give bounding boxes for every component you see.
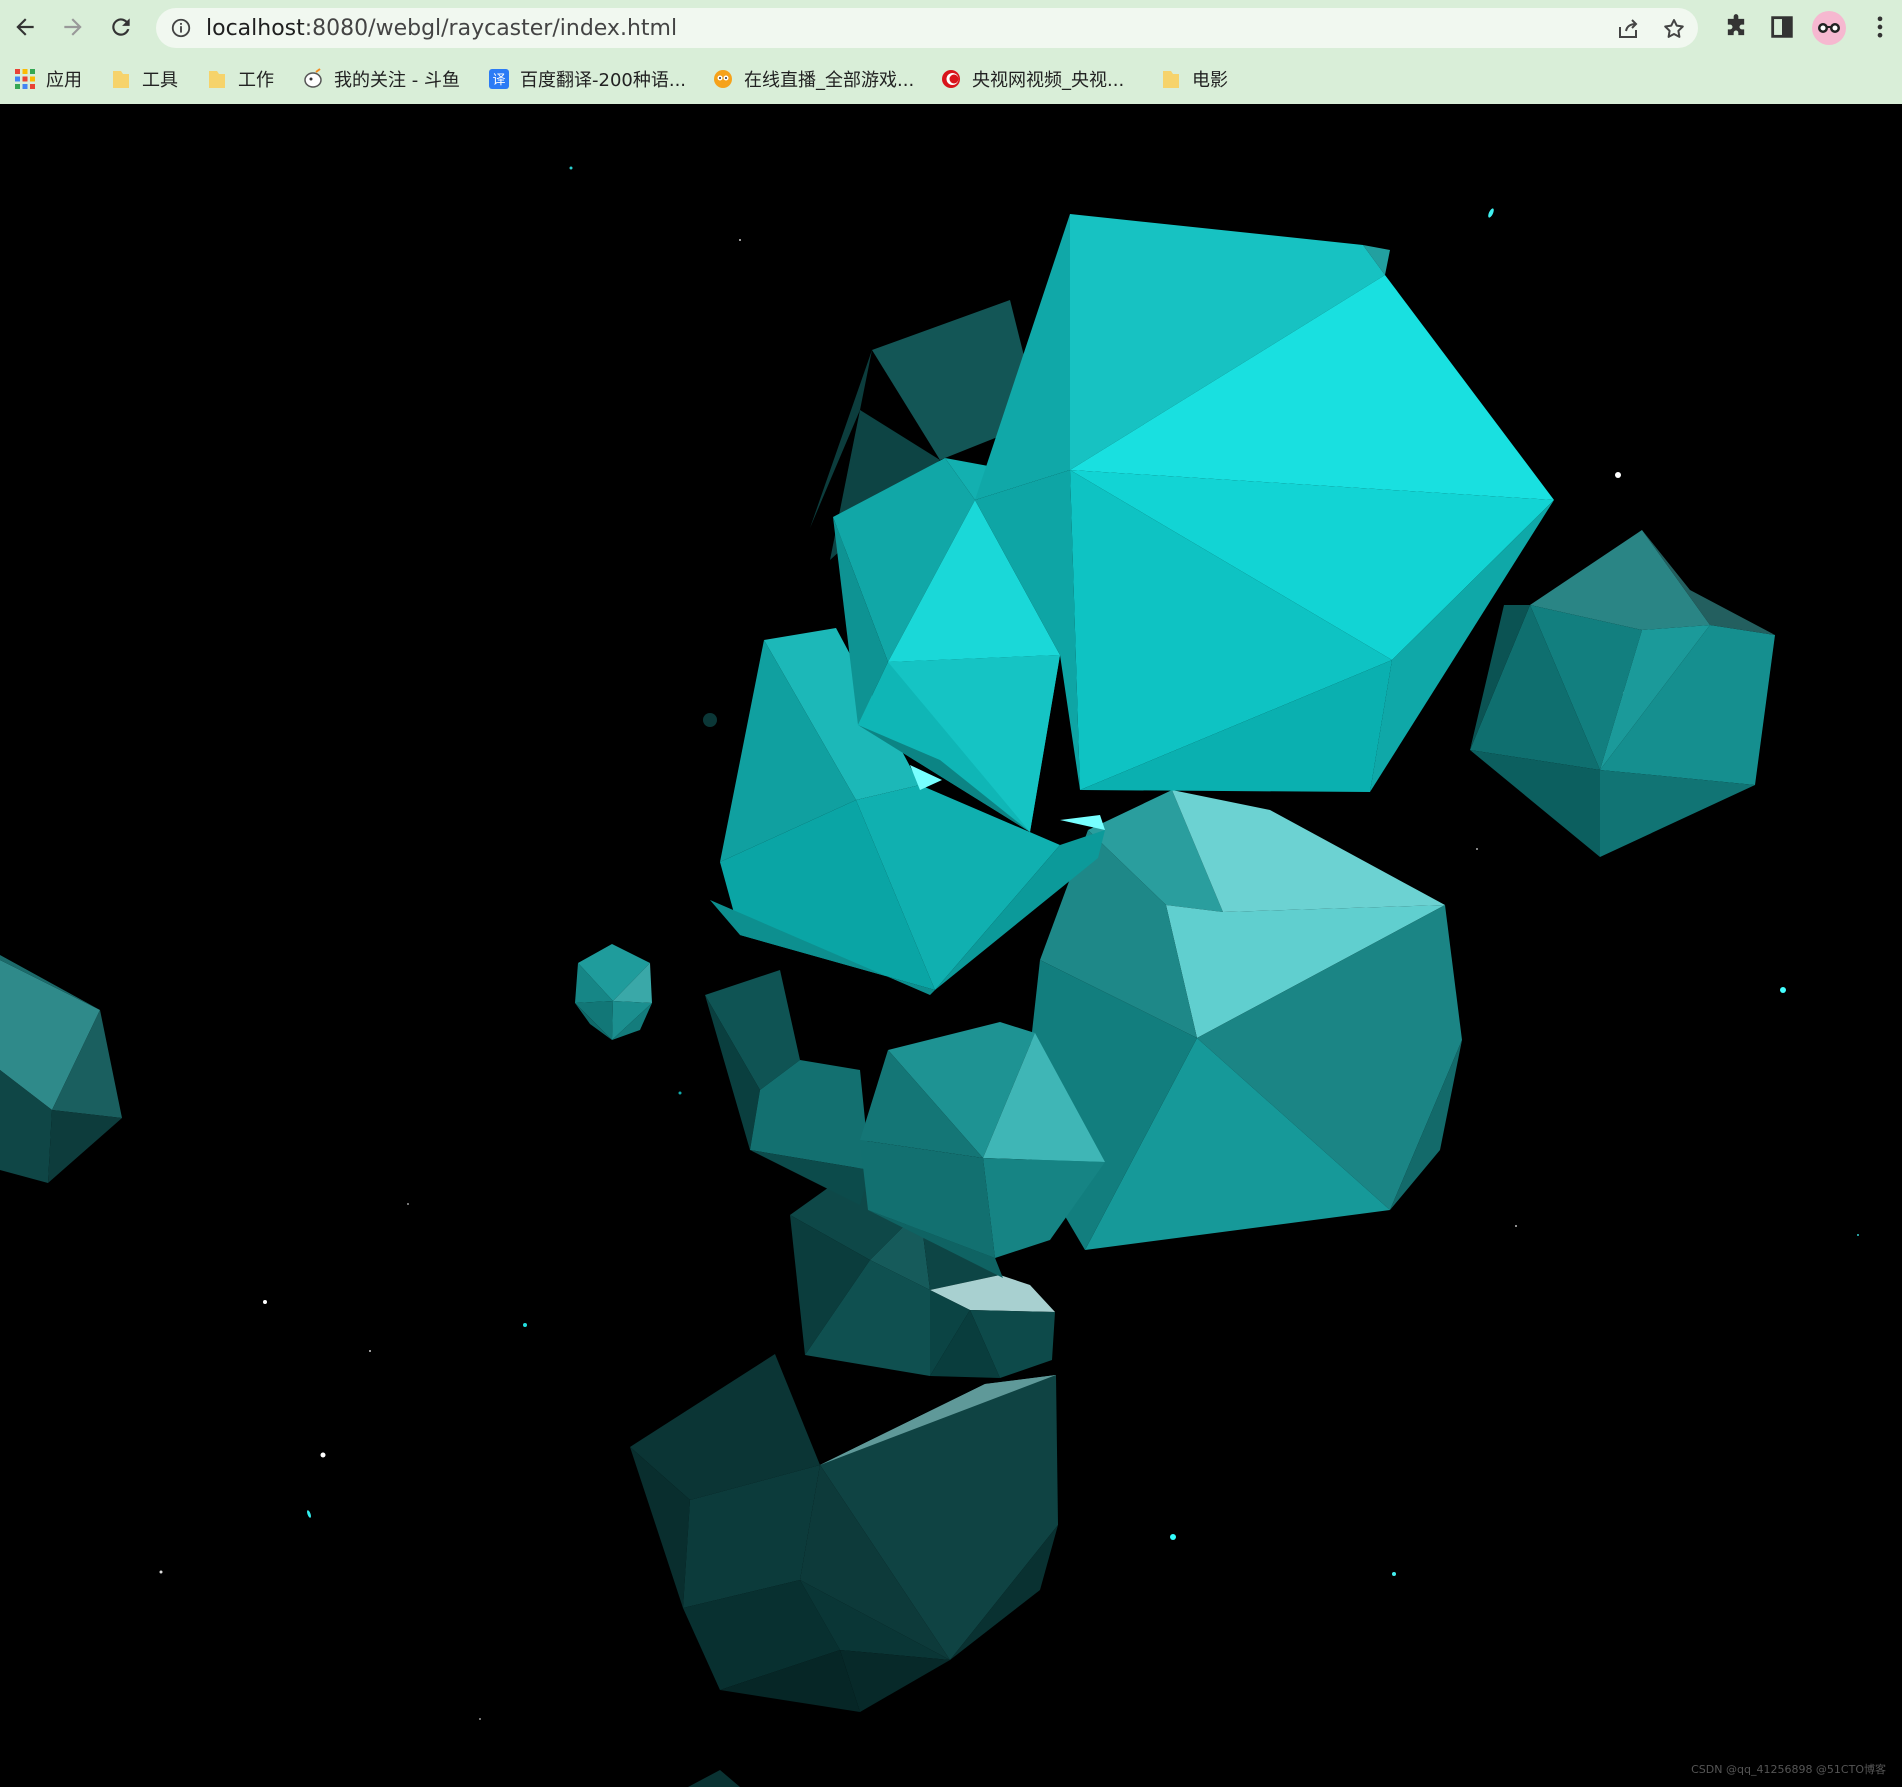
back-arrow-icon <box>16 18 34 36</box>
folder-icon <box>113 71 129 88</box>
bookmark-label: 工具 <box>142 70 178 91</box>
forward-button[interactable] <box>58 12 88 42</box>
browser-menu-icon[interactable] <box>1866 13 1894 41</box>
bookmark-baidu-translate[interactable]: 译 百度翻译-200种语... <box>488 64 686 94</box>
bookmark-star-icon[interactable] <box>1662 17 1686 41</box>
url-host: localhost <box>206 16 305 41</box>
glasses-icon <box>1818 23 1840 33</box>
cctv-icon <box>942 70 960 88</box>
baidu-translate-icon: 译 <box>489 69 509 89</box>
bookmark-label: 电影 <box>1192 70 1228 91</box>
bookmark-apps[interactable]: 应用 <box>14 64 82 94</box>
reload-button[interactable] <box>106 12 136 42</box>
webgl-canvas[interactable]: CSDN @qq_41256898 @51CTO博客 <box>0 104 1902 1787</box>
address-bar[interactable]: localhost:8080/webgl/raycaster/index.htm… <box>156 8 1698 48</box>
forward-arrow-icon <box>64 18 82 36</box>
bookmark-label: 应用 <box>46 70 82 91</box>
bookmark-folder-work[interactable]: 工作 <box>206 64 274 94</box>
browser-chrome: localhost:8080/webgl/raycaster/index.htm… <box>0 0 1902 105</box>
icosahedron-right[interactable] <box>1470 530 1775 857</box>
icosahedron-bottom-edge[interactable] <box>688 1770 740 1787</box>
side-panel-icon[interactable] <box>1768 13 1796 41</box>
browser-toolbar: localhost:8080/webgl/raycaster/index.htm… <box>0 0 1902 56</box>
icosahedron-small[interactable] <box>575 944 652 1040</box>
url-path: :8080/webgl/raycaster/index.html <box>304 16 678 41</box>
extensions-puzzle-icon[interactable] <box>1722 13 1750 41</box>
bookmark-label: 工作 <box>238 70 274 91</box>
douyu-icon <box>304 68 322 88</box>
url-text[interactable]: localhost:8080/webgl/raycaster/index.htm… <box>206 16 677 41</box>
bookmark-folder-tools[interactable]: 工具 <box>110 64 178 94</box>
svg-text:译: 译 <box>492 73 505 88</box>
back-button[interactable] <box>10 12 40 42</box>
folder-icon <box>1163 71 1179 88</box>
icosahedron-bottom-dark[interactable] <box>630 1354 1058 1712</box>
bookmark-label: 央视网视频_央视... <box>972 70 1125 91</box>
icosahedron-left-edge[interactable] <box>0 955 122 1183</box>
profile-avatar[interactable] <box>1812 11 1846 45</box>
folder-icon <box>209 71 225 88</box>
bookmark-label: 百度翻译-200种语... <box>520 70 687 91</box>
share-icon[interactable] <box>1616 17 1640 41</box>
bookmark-label: 在线直播_全部游戏... <box>744 70 915 91</box>
bookmark-huya[interactable]: 在线直播_全部游戏... <box>712 64 914 94</box>
huya-icon <box>714 70 732 88</box>
bookmark-folder-movies[interactable]: 电影 <box>1160 64 1228 94</box>
bookmark-cctv[interactable]: 央视网视频_央视... <box>940 64 1124 94</box>
bookmarks-bar: 应用 工具 工作 我的关注 - 斗鱼 译 百度翻译-200种语... 在线直播_… <box>0 56 1902 104</box>
icosahedron-top-large[interactable] <box>975 214 1554 792</box>
site-info-icon[interactable] <box>170 17 192 39</box>
bookmark-label: 我的关注 - 斗鱼 <box>334 70 460 91</box>
bookmark-douyu[interactable]: 我的关注 - 斗鱼 <box>302 64 460 94</box>
icosahedron-mid-left[interactable] <box>705 970 870 1205</box>
raycaster-scene[interactable] <box>0 104 1902 1787</box>
apps-grid-icon <box>15 69 35 89</box>
watermark: CSDN @qq_41256898 @51CTO博客 <box>1691 1763 1886 1776</box>
reload-icon <box>112 18 130 36</box>
